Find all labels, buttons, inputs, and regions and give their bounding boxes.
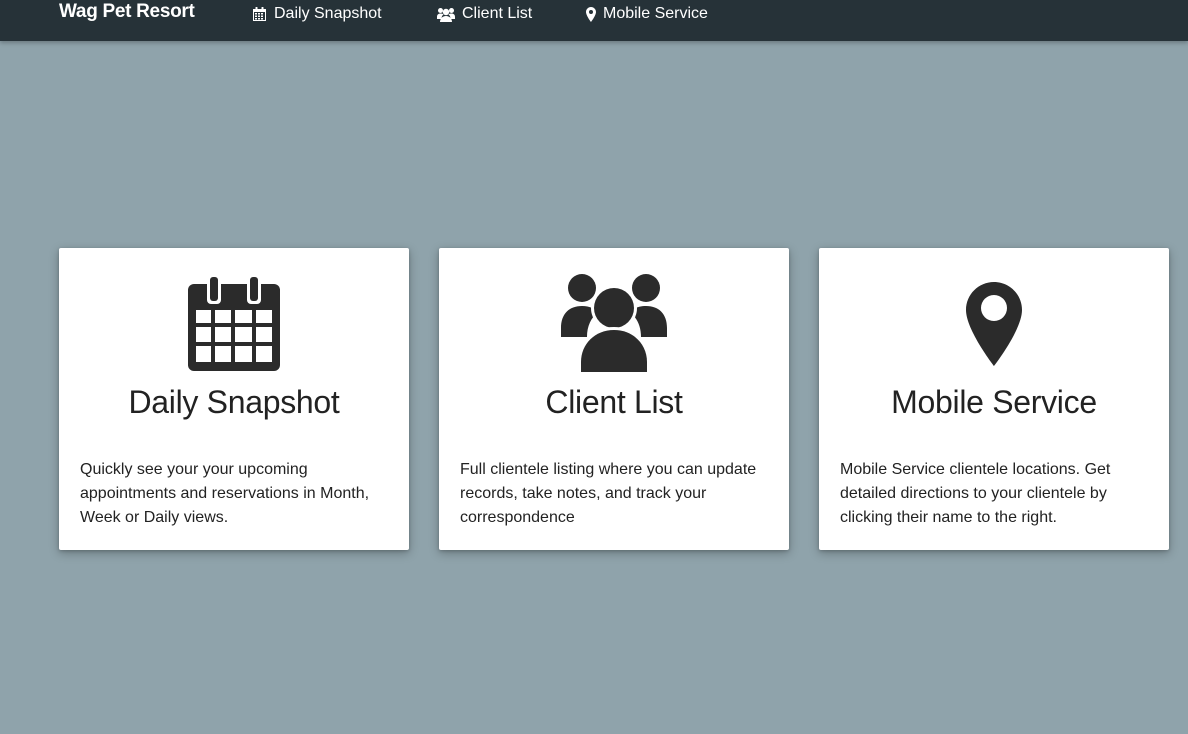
card-icon-wrap	[819, 274, 1169, 374]
nav-link-mobile-service[interactable]: Mobile Service	[586, 4, 708, 24]
card-title: Client List	[545, 384, 683, 420]
calendar-icon	[253, 7, 266, 21]
users-icon	[561, 274, 667, 372]
card-daily-snapshot[interactable]: Daily Snapshot Quickly see your your upc…	[59, 248, 409, 550]
map-marker-icon	[586, 6, 596, 22]
nav-link-client-list[interactable]: Client List	[437, 4, 532, 24]
card-title: Daily Snapshot	[128, 384, 340, 420]
nav-link-label: Client List	[462, 5, 533, 22]
card-icon-wrap	[439, 274, 789, 374]
nav-link-label: Mobile Service	[603, 5, 708, 22]
card-title: Mobile Service	[891, 384, 1097, 420]
map-marker-icon	[966, 282, 1022, 366]
calendar-icon	[188, 274, 280, 371]
card-mobile-service[interactable]: Mobile Service Mobile Service clientele …	[819, 248, 1169, 550]
card-client-list[interactable]: Client List Full clientele listing where…	[439, 248, 789, 550]
nav-link-daily-snapshot[interactable]: Daily Snapshot	[252, 4, 382, 24]
card-description: Full clientele listing where you can upd…	[460, 461, 757, 526]
nav-link-label: Daily Snapshot	[274, 5, 382, 22]
card-description: Quickly see your your upcoming appointme…	[80, 461, 370, 526]
card-icon-wrap	[59, 274, 409, 374]
brand-link[interactable]: Wag Pet Resort	[59, 1, 195, 23]
users-icon	[437, 7, 455, 22]
card-description: Mobile Service clientele locations. Get …	[840, 461, 1111, 526]
top-navbar: Wag Pet Resort Daily Snapshot Client Lis…	[0, 0, 1188, 41]
